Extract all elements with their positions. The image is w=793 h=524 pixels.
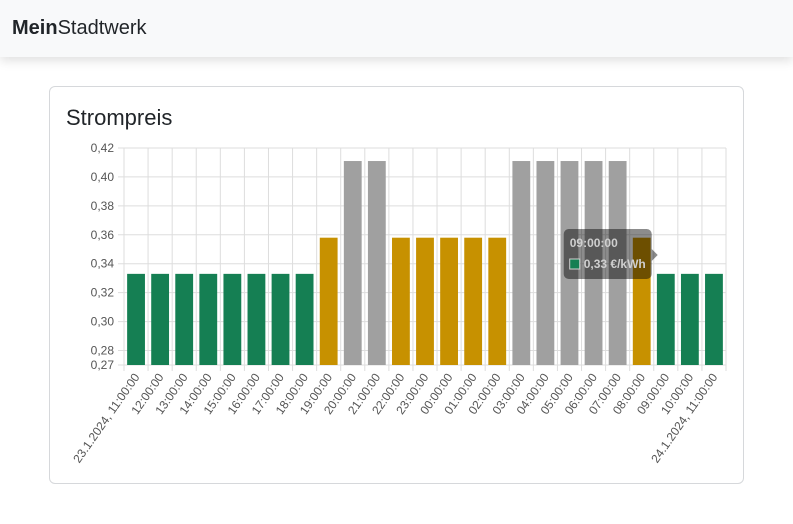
y-tick-label: 0,32 — [91, 286, 115, 300]
bar[interactable] — [367, 161, 386, 365]
bar[interactable] — [440, 237, 458, 365]
bar[interactable] — [464, 237, 483, 365]
y-tick-label: 0,42 — [91, 141, 115, 155]
bar[interactable] — [488, 237, 507, 365]
bar[interactable] — [319, 237, 338, 365]
bar[interactable] — [199, 273, 218, 365]
bar[interactable] — [536, 161, 555, 365]
y-tick-label: 0,34 — [91, 257, 115, 271]
y-tick-label: 0,27 — [91, 358, 115, 372]
bar[interactable] — [295, 273, 314, 365]
bar[interactable] — [512, 161, 531, 365]
bar[interactable] — [223, 273, 242, 365]
tooltip-caret — [651, 249, 658, 261]
bar[interactable] — [151, 273, 170, 365]
x-tick-label: 23.1.2024, 11:00:00 — [70, 370, 142, 465]
bar[interactable] — [247, 273, 266, 365]
tooltip-swatch — [569, 258, 581, 270]
y-tick-label: 0,30 — [91, 315, 115, 329]
bar[interactable] — [656, 273, 675, 365]
bar[interactable] — [705, 273, 723, 365]
bar[interactable] — [416, 237, 434, 365]
bar[interactable] — [343, 161, 362, 365]
y-tick-label: 0,36 — [91, 228, 115, 242]
bar[interactable] — [175, 273, 194, 365]
tooltip-value: 0,33 €/kWh — [584, 257, 646, 271]
bar[interactable] — [680, 273, 699, 365]
y-tick-label: 0,40 — [91, 170, 115, 184]
bar[interactable] — [271, 273, 290, 365]
bar[interactable] — [127, 273, 145, 365]
price-chart: 0,42 0,40 0,38 0,36 0,34 0,32 0,30 0,280,2723.1… — [70, 141, 727, 465]
bar[interactable] — [392, 237, 410, 365]
y-tick-label: 0,28 — [91, 344, 115, 358]
y-tick-label: 0,38 — [91, 199, 115, 213]
tooltip-title: 09:00:00 — [570, 236, 618, 250]
